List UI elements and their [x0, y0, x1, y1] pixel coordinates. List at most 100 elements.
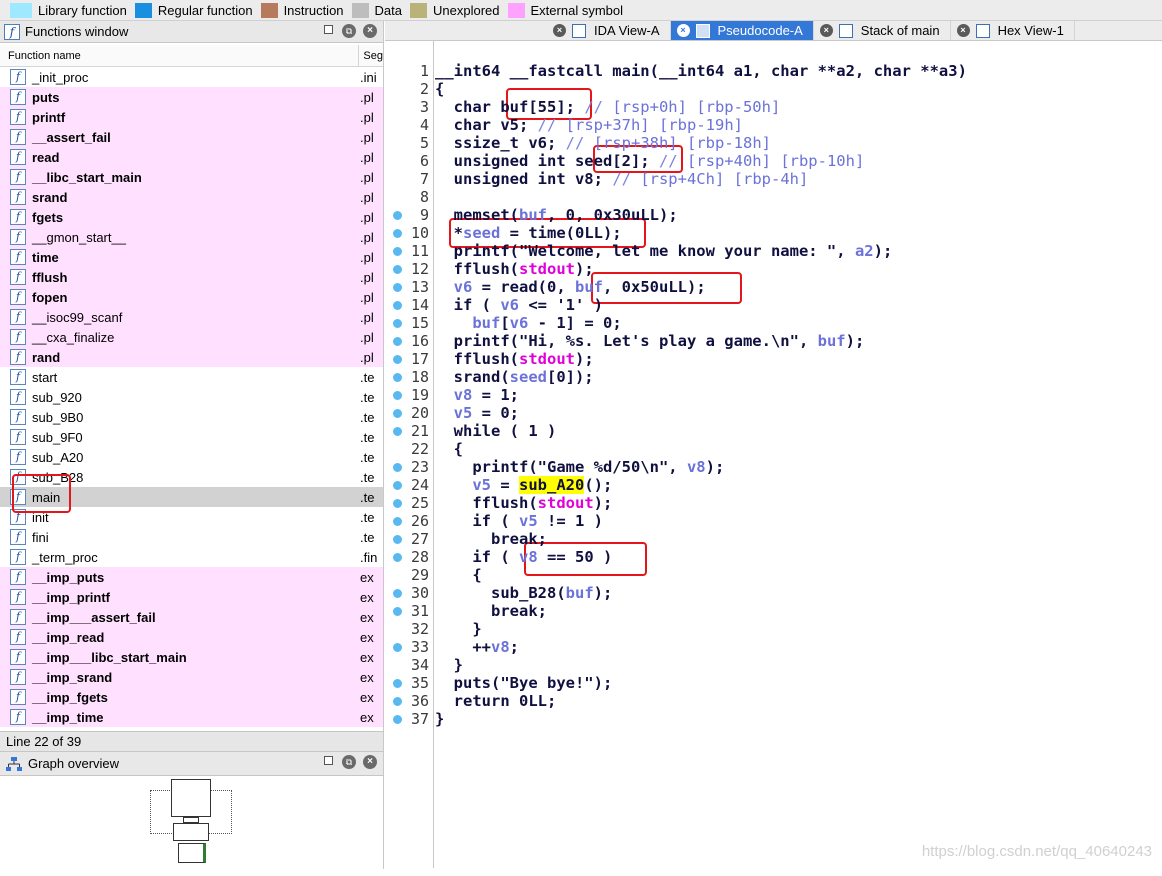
- function-row[interactable]: f fflush .pl: [0, 267, 383, 287]
- code-line[interactable]: 19 v8 = 1;: [385, 386, 1155, 404]
- function-row[interactable]: f fopen .pl: [0, 287, 383, 307]
- code-line[interactable]: 32 }: [385, 620, 1155, 638]
- code-line[interactable]: 4 char v5; // [rsp+37h] [rbp-19h]: [385, 116, 1155, 134]
- code-line[interactable]: 30 sub_B28(buf);: [385, 584, 1155, 602]
- code-line[interactable]: 35 puts("Bye bye!");: [385, 674, 1155, 692]
- function-row[interactable]: f __imp_fgets ex: [0, 687, 383, 707]
- function-row[interactable]: f read .pl: [0, 147, 383, 167]
- tab-stack-of-main[interactable]: × Stack of main: [814, 21, 951, 40]
- code-line[interactable]: 27 break;: [385, 530, 1155, 548]
- code-line[interactable]: 5 ssize_t v6; // [rsp+38h] [rbp-18h]: [385, 134, 1155, 152]
- function-row[interactable]: f start .te: [0, 367, 383, 387]
- function-row[interactable]: f __isoc99_scanf .pl: [0, 307, 383, 327]
- breakpoint-dot-icon[interactable]: [393, 481, 402, 490]
- code-line[interactable]: 34 }: [385, 656, 1155, 674]
- code-line[interactable]: 12 fflush(stdout);: [385, 260, 1155, 278]
- code-line[interactable]: 1 __int64 __fastcall main(__int64 a1, cha…: [385, 62, 1155, 80]
- function-row[interactable]: f __libc_start_main .pl: [0, 167, 383, 187]
- code-line[interactable]: 36 return 0LL;: [385, 692, 1155, 710]
- code-line[interactable]: 20 v5 = 0;: [385, 404, 1155, 422]
- function-row[interactable]: f sub_920 .te: [0, 387, 383, 407]
- code-line[interactable]: 6 unsigned int seed[2]; // [rsp+40h] [rb…: [385, 152, 1155, 170]
- function-row[interactable]: f _term_proc .fin: [0, 547, 383, 567]
- code-line[interactable]: 18 srand(seed[0]);: [385, 368, 1155, 386]
- code-line[interactable]: 2{: [385, 80, 1155, 98]
- function-row[interactable]: f time .pl: [0, 247, 383, 267]
- code-line[interactable]: 14 if ( v6 <= '1' ): [385, 296, 1155, 314]
- function-row[interactable]: f fgets .pl: [0, 207, 383, 227]
- function-row[interactable]: f __imp___libc_start_main ex: [0, 647, 383, 667]
- close-window-icon[interactable]: ×: [363, 24, 377, 38]
- function-row[interactable]: f _init_proc .ini: [0, 67, 383, 87]
- float-window-icon[interactable]: [324, 25, 333, 34]
- function-row[interactable]: f puts .pl: [0, 87, 383, 107]
- code-line[interactable]: 8: [385, 188, 1155, 206]
- tab-pseudocode-a[interactable]: × Pseudocode-A: [670, 21, 814, 40]
- function-row[interactable]: f __imp_puts ex: [0, 567, 383, 587]
- breakpoint-dot-icon[interactable]: [393, 499, 402, 508]
- code-line[interactable]: 25 fflush(stdout);: [385, 494, 1155, 512]
- tab-close-icon[interactable]: ×: [819, 24, 833, 37]
- code-line[interactable]: 31 break;: [385, 602, 1155, 620]
- function-row[interactable]: f printf .pl: [0, 107, 383, 127]
- breakpoint-dot-icon[interactable]: [393, 247, 402, 256]
- function-row[interactable]: f __imp_read ex: [0, 627, 383, 647]
- breakpoint-dot-icon[interactable]: [393, 409, 402, 418]
- column-function-name[interactable]: Function name: [0, 45, 360, 66]
- code-line[interactable]: 10 *seed = time(0LL);: [385, 224, 1155, 242]
- code-line[interactable]: 9 memset(buf, 0, 0x30uLL);: [385, 206, 1155, 224]
- tab-ida-view-a[interactable]: × IDA View-A: [547, 21, 671, 40]
- function-row[interactable]: f srand .pl: [0, 187, 383, 207]
- code-line[interactable]: 21 while ( 1 ): [385, 422, 1155, 440]
- function-row[interactable]: f sub_9B0 .te: [0, 407, 383, 427]
- function-row[interactable]: f sub_A20 .te: [0, 447, 383, 467]
- pseudocode-editor[interactable]: https://blog.csdn.net/qq_40640243 1 __int…: [385, 41, 1162, 868]
- code-line[interactable]: 33 ++v8;: [385, 638, 1155, 656]
- code-line[interactable]: 7 unsigned int v8; // [rsp+4Ch] [rbp-4h]: [385, 170, 1155, 188]
- code-line[interactable]: 22 {: [385, 440, 1155, 458]
- function-row[interactable]: f fini .te: [0, 527, 383, 547]
- float-window-icon[interactable]: [324, 756, 333, 765]
- code-line[interactable]: 17 fflush(stdout);: [385, 350, 1155, 368]
- code-line[interactable]: 13 v6 = read(0, buf, 0x50uLL);: [385, 278, 1155, 296]
- function-row[interactable]: f __imp_printf ex: [0, 587, 383, 607]
- tab-close-icon[interactable]: ×: [956, 24, 970, 37]
- breakpoint-dot-icon[interactable]: [393, 679, 402, 688]
- code-line[interactable]: 37}: [385, 710, 1155, 728]
- code-line[interactable]: 28 if ( v8 == 50 ): [385, 548, 1155, 566]
- code-line[interactable]: 16 printf("Hi, %s. Let's play a game.\n"…: [385, 332, 1155, 350]
- function-row[interactable]: f __imp_srand ex: [0, 667, 383, 687]
- breakpoint-dot-icon[interactable]: [393, 265, 402, 274]
- close-window-icon[interactable]: ×: [363, 755, 377, 769]
- breakpoint-dot-icon[interactable]: [393, 211, 402, 220]
- code-line[interactable]: 23 printf("Game %d/50\n", v8);: [385, 458, 1155, 476]
- breakpoint-dot-icon[interactable]: [393, 715, 402, 724]
- breakpoint-dot-icon[interactable]: [393, 553, 402, 562]
- breakpoint-dot-icon[interactable]: [393, 643, 402, 652]
- breakpoint-dot-icon[interactable]: [393, 283, 402, 292]
- restore-window-icon[interactable]: ⧉: [342, 755, 356, 769]
- breakpoint-dot-icon[interactable]: [393, 355, 402, 364]
- tab-close-icon[interactable]: ×: [553, 24, 566, 37]
- code-line[interactable]: 24 v5 = sub_A20();: [385, 476, 1155, 494]
- code-line[interactable]: 29 {: [385, 566, 1155, 584]
- tab-hex-view-1[interactable]: × Hex View-1: [951, 21, 1075, 40]
- breakpoint-dot-icon[interactable]: [393, 229, 402, 238]
- breakpoint-dot-icon[interactable]: [393, 319, 402, 328]
- graph-overview-canvas[interactable]: [0, 776, 383, 876]
- function-row[interactable]: f __assert_fail .pl: [0, 127, 383, 147]
- function-row[interactable]: f sub_9F0 .te: [0, 427, 383, 447]
- breakpoint-dot-icon[interactable]: [393, 391, 402, 400]
- breakpoint-dot-icon[interactable]: [393, 427, 402, 436]
- breakpoint-dot-icon[interactable]: [393, 535, 402, 544]
- function-row[interactable]: f __cxa_finalize .pl: [0, 327, 383, 347]
- code-line[interactable]: 11 printf("Welcome, let me know your nam…: [385, 242, 1155, 260]
- function-row[interactable]: f __imp_time ex: [0, 707, 383, 727]
- tab-close-icon[interactable]: ×: [676, 24, 690, 37]
- restore-window-icon[interactable]: ⧉: [342, 24, 356, 38]
- breakpoint-dot-icon[interactable]: [393, 697, 402, 706]
- breakpoint-dot-icon[interactable]: [393, 337, 402, 346]
- column-segment[interactable]: Seg: [359, 50, 383, 62]
- breakpoint-dot-icon[interactable]: [393, 607, 402, 616]
- function-row[interactable]: f __gmon_start__ .pl: [0, 227, 383, 247]
